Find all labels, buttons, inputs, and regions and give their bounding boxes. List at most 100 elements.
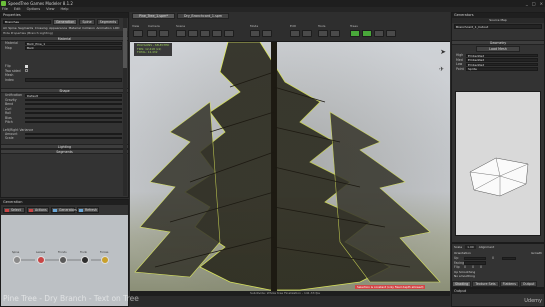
subtab-collision[interactable]: Collision: [82, 26, 95, 31]
viewport-toolbar: Pine_Tree_1.spm* Dry_Branchcard_1.spm Vi…: [130, 12, 450, 42]
curl-slider[interactable]: [25, 107, 122, 110]
maximize-button[interactable]: □: [532, 0, 536, 7]
toolbar-group-mode: Mode: [250, 24, 259, 28]
trees-lock-button[interactable]: [386, 30, 396, 37]
file-tab-pine-tree[interactable]: Pine_Tree_1.spm*: [132, 13, 175, 19]
scale-slider[interactable]: [25, 137, 122, 140]
tab-segments[interactable]: Segments: [96, 19, 120, 25]
map-field[interactable]: Bark: [25, 46, 122, 50]
app-logo-icon: [1, 1, 6, 6]
actions-button[interactable]: Actions: [27, 207, 49, 213]
tab-shading[interactable]: Shading: [452, 281, 472, 287]
load-mesh-button[interactable]: Load Mesh: [476, 46, 520, 52]
subtab-lod[interactable]: LOD: [113, 26, 119, 31]
trees-randomize-button[interactable]: [362, 30, 372, 37]
gravity-slider[interactable]: [25, 98, 122, 101]
node-fronds[interactable]: [59, 256, 67, 264]
view-perspective-button[interactable]: [133, 30, 143, 37]
scene-light-button[interactable]: [188, 30, 198, 37]
flip-value-z[interactable]: 0: [480, 265, 488, 269]
trees-generate-button[interactable]: [350, 30, 360, 37]
lod-point-field[interactable]: Sprite: [466, 67, 538, 71]
tools-hand-button[interactable]: [330, 30, 340, 37]
lod-med-label: Med: [456, 57, 463, 62]
scene-ground-button[interactable]: [200, 30, 210, 37]
subtab-material[interactable]: Material: [69, 26, 81, 31]
node-fronds-label: Fronds: [58, 251, 67, 254]
scale-value-right[interactable]: 1.00: [465, 245, 476, 249]
edit-move-button[interactable]: [290, 30, 300, 37]
bias-slider[interactable]: [25, 116, 122, 119]
generators-button[interactable]: Generators: [51, 207, 77, 213]
bend-label: Bend: [5, 102, 14, 107]
generators-icon: [53, 209, 57, 212]
camera-orbit-button[interactable]: [147, 30, 157, 37]
node-trunk[interactable]: [81, 256, 89, 264]
node-spine[interactable]: [13, 256, 21, 264]
status-text: Selection is constant (only fixed depth …: [355, 285, 426, 289]
node-leaves[interactable]: [37, 256, 45, 264]
segments-section-head[interactable]: Segments: [1, 148, 128, 154]
mode-node-button[interactable]: [262, 30, 272, 37]
two-sided-checkbox[interactable]: [25, 69, 28, 73]
toolbar-group-edit: Edit: [290, 24, 296, 28]
mesh-preview[interactable]: [455, 91, 541, 236]
generation-panel: Generation Select Actions Generators Ref…: [0, 199, 129, 307]
flip-value-y[interactable]: 0: [472, 265, 480, 269]
viewport-stats: POLYGONS - SELECTED TRIS: 12,418 (x1) TO…: [134, 43, 173, 56]
scale-label: Scale: [5, 136, 14, 141]
close-button[interactable]: ×: [540, 0, 543, 7]
minimize-button[interactable]: _: [526, 0, 528, 7]
lod-med-field[interactable]: Embedded: [466, 58, 538, 62]
properties-scrollbar[interactable]: [123, 18, 127, 196]
select-button[interactable]: Select: [3, 207, 25, 213]
up-field[interactable]: [464, 256, 486, 260]
scene-wind-button[interactable]: [176, 30, 186, 37]
object-selector[interactable]: Branches: [3, 20, 51, 24]
scene-grid-button[interactable]: [224, 30, 234, 37]
orientation-label: Orientation: [454, 251, 471, 255]
scene-fog-button[interactable]: [212, 30, 222, 37]
toolbar-group-view: View: [132, 24, 140, 28]
map-label: Map: [5, 45, 12, 50]
viewport[interactable]: POLYGONS - SELECTED TRIS: 12,418 (x1) TO…: [130, 42, 450, 291]
flip-checkbox[interactable]: [25, 64, 28, 68]
tab-generation[interactable]: Generation: [53, 19, 78, 25]
material-field[interactable]: Bark_Pine_1: [25, 41, 122, 45]
subtab-animation[interactable]: Animation: [96, 26, 111, 31]
unification-field[interactable]: Default: [25, 93, 122, 97]
roll-slider[interactable]: [25, 112, 122, 115]
facing-label: Facing: [454, 260, 465, 265]
viewport-status-bar: Selection is constant (only fixed depth …: [130, 285, 450, 296]
node-forces[interactable]: [101, 256, 109, 264]
facing-field[interactable]: [464, 261, 486, 265]
lod-high-field[interactable]: Embedded: [466, 53, 538, 57]
tab-output[interactable]: Output: [519, 281, 538, 287]
index-field[interactable]: [25, 78, 122, 82]
tools-prune-button[interactable]: [318, 30, 328, 37]
bias-label: Bias: [5, 115, 12, 120]
edit-rotate-button[interactable]: [302, 30, 312, 37]
lod-low-label: Low: [456, 62, 463, 67]
lod-low-field[interactable]: Embedded: [466, 62, 538, 66]
tab-flattens[interactable]: Flattens: [499, 281, 519, 287]
pitch-slider[interactable]: [25, 121, 122, 124]
toolbar-group-scene: Scene: [176, 24, 186, 28]
flip-label-right: Flip: [454, 265, 460, 270]
camera-pan-button[interactable]: [159, 30, 169, 37]
tab-texture-sets[interactable]: Texture Sets: [472, 281, 499, 287]
refresh-button[interactable]: Refresh: [77, 207, 99, 213]
no-smoothing-label: No smoothing: [454, 273, 475, 278]
properties-scrollbar-thumb[interactable]: [123, 28, 127, 68]
flip-value-x[interactable]: 0: [464, 265, 472, 269]
amount-slider[interactable]: [25, 132, 122, 135]
tab-spine[interactable]: Spine: [79, 19, 95, 25]
index-row: Index: [1, 78, 128, 83]
scale-v-field[interactable]: [502, 256, 516, 260]
mode-select-button[interactable]: [250, 30, 260, 37]
file-tab-dry-branch[interactable]: Dry_Branchcard_1.spm: [176, 13, 230, 19]
output-panel-title: Output: [452, 289, 544, 294]
map-name-field[interactable]: Branchcard_1_Cutout: [454, 24, 542, 29]
trees-export-button[interactable]: [374, 30, 384, 37]
bend-slider[interactable]: [25, 103, 122, 106]
